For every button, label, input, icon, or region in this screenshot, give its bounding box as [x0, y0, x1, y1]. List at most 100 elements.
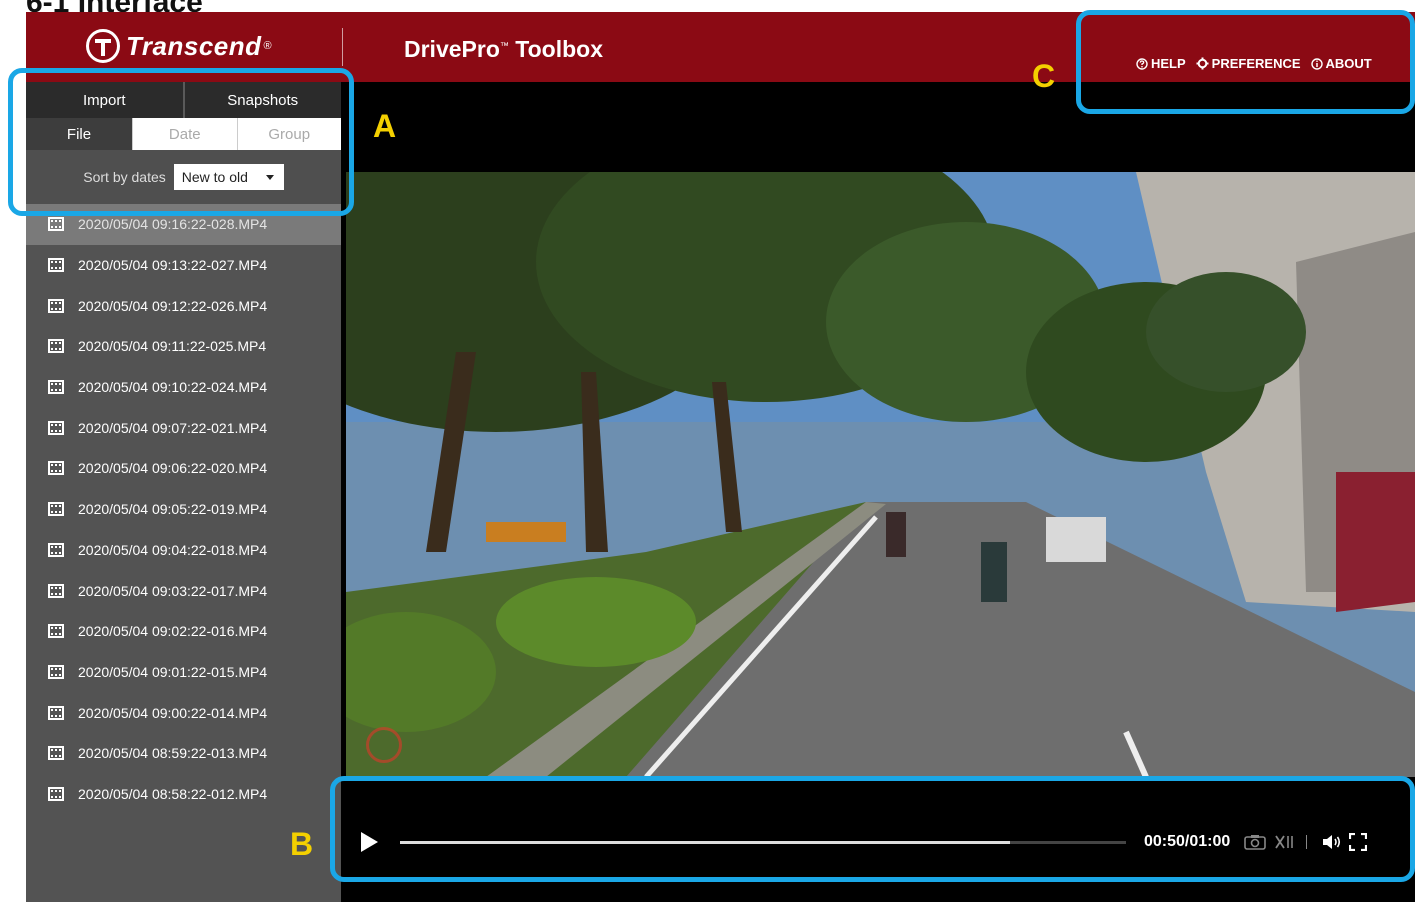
- video-file-icon: [48, 298, 64, 313]
- transcend-logo-icon: [86, 29, 120, 63]
- file-list-item[interactable]: 2020/05/04 08:58:22-012.MP4: [26, 774, 341, 815]
- sort-label: Sort by dates: [83, 169, 166, 185]
- file-list-item[interactable]: 2020/05/04 09:16:22-028.MP4: [26, 204, 341, 245]
- about-label: ABOUT: [1325, 56, 1372, 71]
- chevron-down-icon: [265, 175, 274, 180]
- help-label: HELP: [1151, 56, 1186, 71]
- app-title-trademark: ™: [499, 40, 509, 51]
- file-name: 2020/05/04 09:04:22-018.MP4: [78, 541, 268, 558]
- file-name: 2020/05/04 09:13:22-027.MP4: [78, 257, 268, 274]
- file-list-item[interactable]: 2020/05/04 09:04:22-018.MP4: [26, 530, 341, 571]
- volume-button[interactable]: [1321, 834, 1343, 850]
- info-icon: [1310, 57, 1323, 70]
- app-title-name: DrivePro: [404, 36, 500, 62]
- file-list-item[interactable]: 2020/05/04 09:12:22-026.MP4: [26, 285, 341, 326]
- annotation-label-b: B: [290, 826, 314, 862]
- file-list-item[interactable]: 2020/05/04 09:03:22-017.MP4: [26, 570, 341, 611]
- tab-snapshots[interactable]: Snapshots: [182, 82, 342, 118]
- video-frame[interactable]: [346, 172, 1415, 777]
- progress-bar[interactable]: [400, 840, 1126, 844]
- app-title-suffix: Toolbox: [508, 36, 603, 62]
- tab-import[interactable]: Import: [26, 82, 183, 118]
- file-name: 2020/05/04 09:07:22-021.MP4: [78, 419, 268, 436]
- file-name: 2020/05/04 08:58:22-012.MP4: [78, 785, 268, 802]
- file-name: 2020/05/04 09:00:22-014.MP4: [78, 704, 268, 721]
- volume-icon: [1323, 835, 1341, 849]
- app-header: Transcend ® DrivePro™ Toolbox HELP PREFE…: [26, 12, 1415, 82]
- file-list-item[interactable]: 2020/05/04 09:05:22-019.MP4: [26, 489, 341, 530]
- annotation-label-a: A: [373, 108, 397, 144]
- brand-registered-mark: ®: [263, 40, 272, 52]
- sort-order-value: New to old: [181, 169, 248, 185]
- file-name: 2020/05/04 09:05:22-019.MP4: [78, 501, 268, 518]
- video-file-icon: [48, 380, 64, 395]
- video-file-icon: [48, 461, 64, 476]
- video-file-icon: [48, 786, 64, 801]
- help-icon: [1136, 57, 1148, 70]
- controls-divider: [1306, 835, 1308, 849]
- file-name: 2020/05/04 09:06:22-020.MP4: [78, 460, 268, 477]
- video-file-icon: [48, 705, 64, 720]
- file-list-item[interactable]: 2020/05/04 09:07:22-021.MP4: [26, 407, 341, 448]
- video-file-icon: [48, 339, 64, 354]
- sort-order-select[interactable]: New to old: [173, 164, 284, 190]
- video-file-icon: [48, 258, 64, 273]
- clip-button[interactable]: [1274, 834, 1296, 850]
- header-divider: [342, 28, 343, 66]
- file-list-item[interactable]: 2020/05/04 08:59:22-013.MP4: [26, 733, 341, 774]
- watermark-icon: [366, 727, 402, 763]
- file-name: 2020/05/04 09:12:22-026.MP4: [78, 297, 268, 314]
- snapshot-button[interactable]: [1244, 834, 1267, 850]
- video-file-icon: [48, 624, 64, 639]
- preference-label: PREFERENCE: [1211, 56, 1301, 71]
- help-button[interactable]: HELP: [1136, 56, 1186, 71]
- brand-logo: Transcend ®: [86, 28, 272, 64]
- progress-fill: [400, 840, 1010, 844]
- video-file-icon: [48, 746, 64, 761]
- playback-time: 00:50/01:00: [1144, 833, 1231, 850]
- tab-file[interactable]: File: [26, 118, 132, 150]
- video-file-icon: [48, 217, 64, 232]
- watermark-logo: [366, 727, 408, 763]
- sidebar: Import Snapshots File Date Group Sort by…: [26, 82, 341, 902]
- file-name: 2020/05/04 09:01:22-015.MP4: [78, 663, 268, 680]
- preference-button[interactable]: PREFERENCE: [1196, 56, 1301, 71]
- file-name: 2020/05/04 09:11:22-025.MP4: [78, 338, 267, 355]
- annotation-label-c: C: [1032, 58, 1056, 94]
- file-list-item[interactable]: 2020/05/04 09:06:22-020.MP4: [26, 448, 341, 489]
- file-name: 2020/05/04 09:16:22-028.MP4: [78, 216, 268, 233]
- file-list-item[interactable]: 2020/05/04 09:13:22-027.MP4: [26, 245, 341, 286]
- gear-icon: [1196, 57, 1209, 70]
- player-controls: 00:50/01:00: [346, 812, 1415, 872]
- about-button[interactable]: ABOUT: [1310, 56, 1372, 71]
- file-name: 2020/05/04 09:10:22-024.MP4: [78, 379, 268, 396]
- main-tabs: Import Snapshots: [26, 82, 341, 118]
- fullscreen-button[interactable]: [1349, 833, 1368, 851]
- file-list-item[interactable]: 2020/05/04 09:00:22-014.MP4: [26, 692, 341, 733]
- video-file-icon: [48, 420, 64, 435]
- tab-date[interactable]: Date: [132, 118, 237, 150]
- file-name: 2020/05/04 09:02:22-016.MP4: [78, 623, 268, 640]
- file-name: 2020/05/04 08:59:22-013.MP4: [78, 745, 268, 762]
- video-file-icon: [48, 664, 64, 679]
- view-tabs: File Date Group: [26, 118, 341, 150]
- file-name: 2020/05/04 09:03:22-017.MP4: [78, 582, 268, 599]
- file-list-item[interactable]: 2020/05/04 09:10:22-024.MP4: [26, 367, 341, 408]
- app-title: DrivePro™ Toolbox: [404, 36, 603, 63]
- play-button[interactable]: [361, 832, 378, 852]
- file-list-item[interactable]: 2020/05/04 09:11:22-025.MP4: [26, 326, 341, 367]
- header-menu: HELP PREFERENCE ABOUT: [1136, 56, 1382, 71]
- video-file-icon: [48, 542, 64, 557]
- sort-row: Sort by dates New to old: [26, 150, 341, 204]
- file-list: 2020/05/04 09:16:22-028.MP4 2020/05/04 09…: [26, 204, 341, 814]
- tab-group[interactable]: Group: [236, 118, 341, 150]
- fullscreen-icon: [1349, 833, 1368, 851]
- camera-icon: [1244, 835, 1267, 850]
- drivepro-toolbox-window: Transcend ® DrivePro™ Toolbox HELP PREFE…: [26, 12, 1415, 902]
- file-list-item[interactable]: 2020/05/04 09:02:22-016.MP4: [26, 611, 341, 652]
- file-list-item[interactable]: 2020/05/04 09:01:22-015.MP4: [26, 652, 341, 693]
- video-file-icon: [48, 502, 64, 517]
- video-file-icon: [48, 583, 64, 598]
- clip-icon: [1275, 835, 1294, 849]
- brand-name: Transcend: [126, 30, 262, 61]
